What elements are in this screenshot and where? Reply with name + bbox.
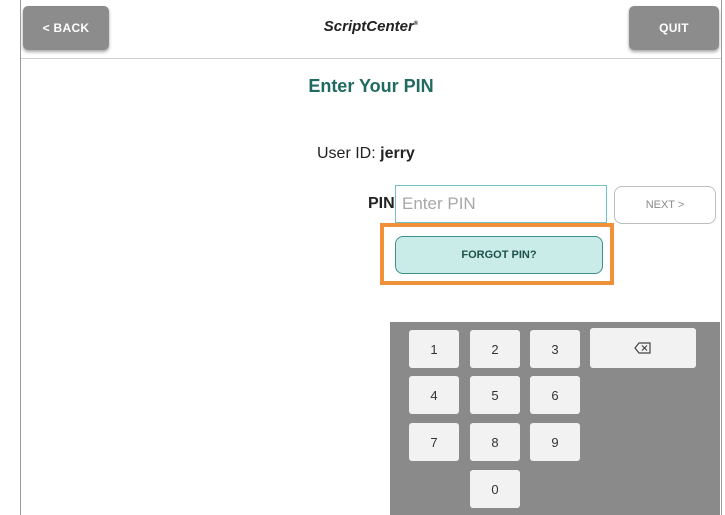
key-0[interactable]: 0 — [470, 470, 520, 508]
backspace-key[interactable] — [590, 328, 696, 368]
key-2[interactable]: 2 — [470, 330, 520, 368]
numeric-keypad: 1 2 3 4 5 6 7 8 9 0 — [390, 322, 720, 515]
key-8[interactable]: 8 — [470, 423, 520, 461]
header-bar: < BACK ScriptCenter® QUIT — [21, 0, 721, 59]
forgot-pin-button[interactable]: FORGOT PIN? — [395, 236, 603, 274]
pin-input[interactable] — [395, 185, 607, 223]
key-1[interactable]: 1 — [409, 330, 459, 368]
key-6[interactable]: 6 — [530, 376, 580, 414]
registered-mark: ® — [413, 21, 419, 27]
app-title: ScriptCenter® — [21, 18, 721, 35]
key-7[interactable]: 7 — [409, 423, 459, 461]
user-id-label: User ID: — [317, 145, 376, 162]
quit-button[interactable]: QUIT — [629, 6, 719, 50]
key-3[interactable]: 3 — [530, 330, 580, 368]
app-frame: < BACK ScriptCenter® QUIT Enter Your PIN… — [20, 0, 722, 515]
key-5[interactable]: 5 — [470, 376, 520, 414]
next-button[interactable]: NEXT > — [614, 186, 716, 224]
app-title-text: ScriptCenter — [323, 18, 414, 35]
backspace-icon — [634, 342, 652, 354]
user-id-value: jerry — [380, 145, 415, 162]
key-9[interactable]: 9 — [530, 423, 580, 461]
key-4[interactable]: 4 — [409, 376, 459, 414]
page-title: Enter Your PIN — [308, 76, 434, 96]
user-id-row: User ID: jerry — [317, 145, 415, 163]
